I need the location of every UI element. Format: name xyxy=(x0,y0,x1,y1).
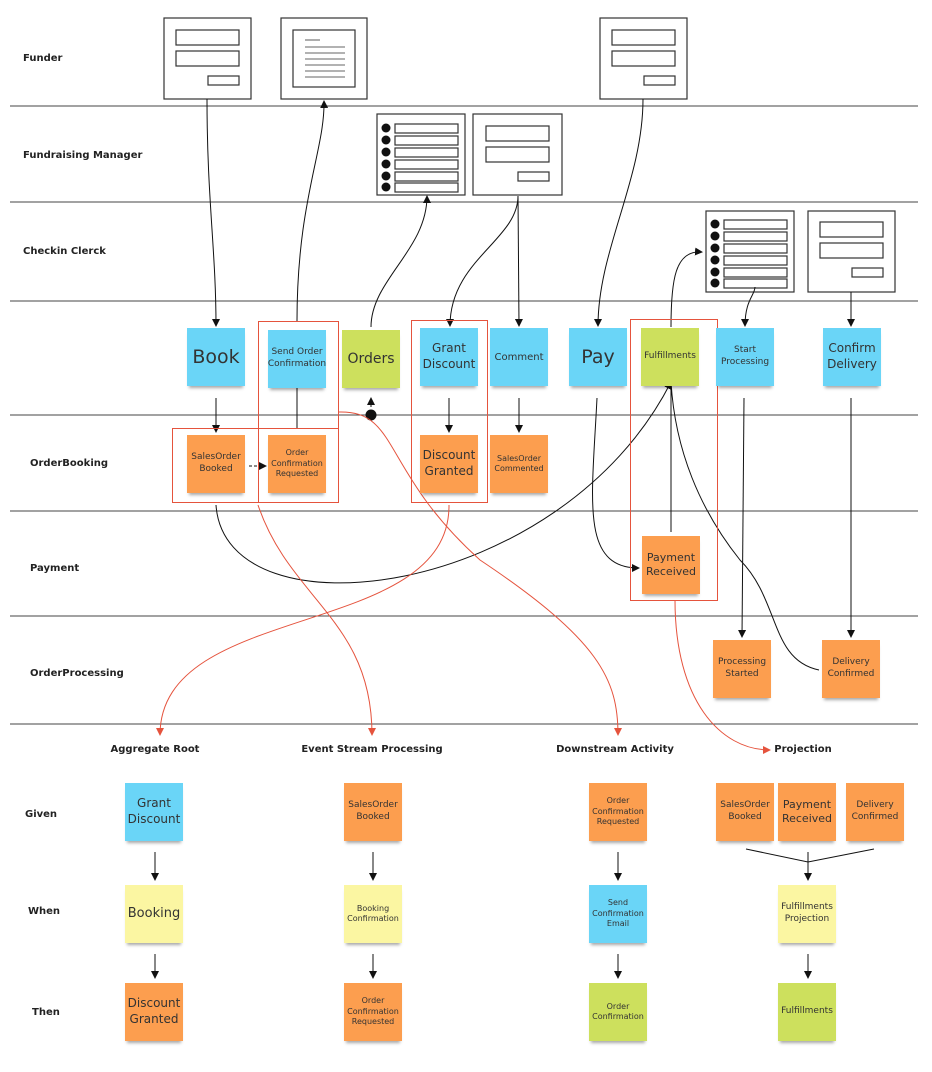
given-order-confirmation-requested[interactable]: Order Confirmation Requested xyxy=(589,783,647,841)
lane-fundraising-manager: Fundraising Manager xyxy=(23,150,143,161)
column-title-downstream-activity: Downstream Activity xyxy=(556,744,674,755)
column-title-aggregate-root: Aggregate Root xyxy=(110,744,200,755)
given-payment-received[interactable]: Payment Received xyxy=(778,783,836,841)
column-title-event-stream-processing: Event Stream Processing xyxy=(301,744,443,755)
row-label-given: Given xyxy=(25,809,58,820)
event-salesorder-commented[interactable]: SalesOrder Commented xyxy=(490,435,548,493)
given-salesorder-booked[interactable]: SalesOrder Booked xyxy=(344,783,402,841)
given-delivery-confirmed[interactable]: Delivery Confirmed xyxy=(846,783,904,841)
then-discount-granted[interactable]: Discount Granted xyxy=(125,983,183,1041)
event-delivery-confirmed[interactable]: Delivery Confirmed xyxy=(822,640,880,698)
row-label-when: When xyxy=(28,906,61,917)
event-order-confirmation-requested[interactable]: Order Confirmation Requested xyxy=(268,435,326,493)
command-comment[interactable]: Comment xyxy=(490,328,548,386)
when-send-confirmation-email[interactable]: Send Confirmation Email xyxy=(589,885,647,943)
lane-checkin-clerk: Checkin Clerck xyxy=(23,246,106,257)
list-mockup-clerk xyxy=(705,210,795,293)
lane-funder: Funder xyxy=(23,53,63,64)
form-mockup-funder-2 xyxy=(599,17,688,100)
form-mockup-funder-1 xyxy=(163,17,252,100)
row-label-then: Then xyxy=(32,1007,60,1018)
command-send-order-confirmation[interactable]: Send Order Confirmation xyxy=(268,330,326,388)
ui-mockups xyxy=(163,17,896,293)
event-processing-started[interactable]: Processing Started xyxy=(713,640,771,698)
column-title-projection: Projection xyxy=(774,744,832,755)
document-mockup-funder xyxy=(280,17,368,100)
command-grant-discount[interactable]: Grant Discount xyxy=(420,328,478,386)
given-salesorder-booked[interactable]: SalesOrder Booked xyxy=(716,783,774,841)
then-order-confirmation-requested[interactable]: Order Confirmation Requested xyxy=(344,983,402,1041)
command-book[interactable]: Book xyxy=(187,328,245,386)
then-fulfillments[interactable]: Fulfillments xyxy=(778,983,836,1041)
when-fulfillments-projection[interactable]: Fulfillments Projection xyxy=(778,885,836,943)
form-mockup-clerk xyxy=(807,210,896,293)
event-salesorder-booked[interactable]: SalesOrder Booked xyxy=(187,435,245,493)
event-storming-board: Funder Fundraising Manager Checkin Clerc… xyxy=(0,0,932,1072)
command-start-processing[interactable]: Start Processing xyxy=(716,328,774,386)
list-mockup-manager xyxy=(376,113,466,196)
when-booking-confirmation[interactable]: Booking Confirmation xyxy=(344,885,402,943)
junction-dot xyxy=(365,409,377,421)
command-pay[interactable]: Pay xyxy=(569,328,627,386)
given-grant-discount[interactable]: Grant Discount xyxy=(125,783,183,841)
readmodel-fulfillments[interactable]: Fulfillments xyxy=(641,328,699,386)
form-mockup-manager xyxy=(472,113,563,196)
command-confirm-delivery[interactable]: Confirm Delivery xyxy=(823,328,881,386)
lane-payment: Payment xyxy=(30,563,80,574)
then-order-confirmation[interactable]: Order Confirmation xyxy=(589,983,647,1041)
lane-orderbooking: OrderBooking xyxy=(30,458,109,469)
readmodel-orders[interactable]: Orders xyxy=(342,330,400,388)
when-booking[interactable]: Booking xyxy=(125,885,183,943)
event-discount-granted[interactable]: Discount Granted xyxy=(420,435,478,493)
lane-orderprocessing: OrderProcessing xyxy=(30,668,124,679)
event-payment-received[interactable]: Payment Received xyxy=(642,536,700,594)
